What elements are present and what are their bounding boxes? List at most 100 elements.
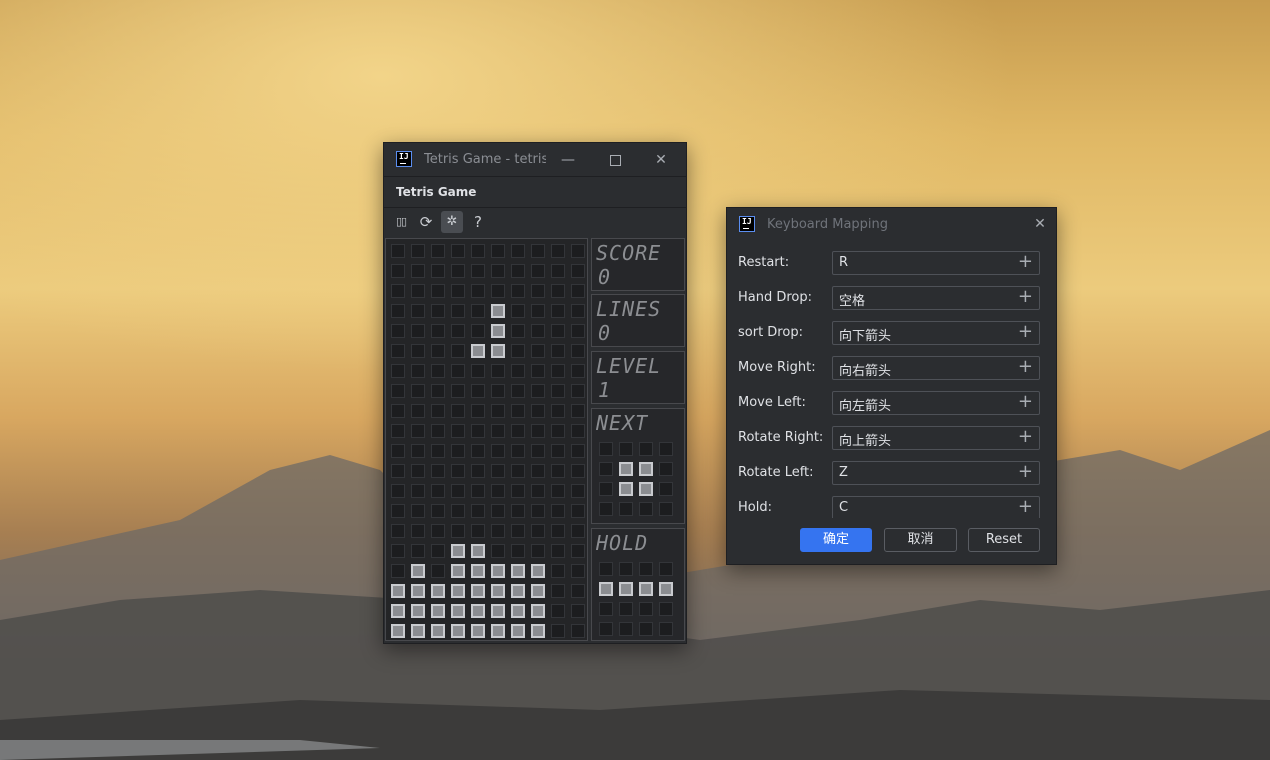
board-cell (451, 244, 465, 258)
board-cell (551, 444, 565, 458)
board-cell (411, 484, 425, 498)
key-field[interactable]: 向上箭头 + (832, 426, 1040, 450)
board-cell (471, 464, 485, 478)
board-cell (391, 244, 405, 258)
board-cell (531, 384, 545, 398)
dialog-title-bar[interactable]: IJ Keyboard Mapping ✕ (727, 208, 1056, 241)
board-cell (491, 364, 505, 378)
board-cell (411, 344, 425, 358)
board-cell (511, 364, 525, 378)
ok-button[interactable]: 确定 (800, 528, 872, 552)
add-key-icon[interactable]: + (1018, 321, 1033, 342)
pause-icon[interactable]: ▯▯ (390, 211, 412, 233)
preview-cell (659, 502, 673, 516)
board-cell (451, 484, 465, 498)
board-cell (431, 284, 445, 298)
board-cell (531, 544, 545, 558)
preview-cell (599, 482, 613, 496)
mapping-label: Move Right: (738, 360, 816, 375)
board-cell (391, 564, 405, 578)
preview-cell (619, 442, 633, 456)
board-cell-filled (491, 564, 505, 578)
preview-cell (619, 622, 633, 636)
preview-cell (639, 622, 653, 636)
board-cell (411, 284, 425, 298)
key-field[interactable]: C + (832, 496, 1040, 518)
board-cell (411, 444, 425, 458)
board-cell (531, 484, 545, 498)
board-cell-filled (511, 624, 525, 638)
restart-icon[interactable]: ⟳ (415, 211, 437, 233)
board-cell-filled (471, 344, 485, 358)
board-cell (411, 464, 425, 478)
reset-button[interactable]: Reset (968, 528, 1040, 552)
title-bar[interactable]: IJ Tetris Game - tetris — ✕ (384, 143, 686, 177)
key-field[interactable]: 空格 + (832, 286, 1040, 310)
board-cell (571, 504, 585, 518)
board-cell (471, 324, 485, 338)
key-field[interactable]: 向下箭头 + (832, 321, 1040, 345)
board-cell-filled (531, 604, 545, 618)
minimize-button[interactable]: — (556, 148, 580, 172)
close-button[interactable]: ✕ (649, 148, 673, 172)
preview-cell (599, 462, 613, 476)
add-key-icon[interactable]: + (1018, 356, 1033, 377)
board-cell (511, 264, 525, 278)
key-field[interactable]: 向左箭头 + (832, 391, 1040, 415)
board-cell (471, 484, 485, 498)
board-cell-filled (451, 604, 465, 618)
key-field[interactable]: Z + (832, 461, 1040, 485)
board-cell (571, 364, 585, 378)
board-cell (511, 344, 525, 358)
board-cell-filled (411, 624, 425, 638)
board-cell (511, 544, 525, 558)
preview-cell-filled (639, 582, 653, 596)
board-cell (511, 384, 525, 398)
board-cell (491, 404, 505, 418)
board-cell (531, 324, 545, 338)
board-cell (451, 404, 465, 418)
add-key-icon[interactable]: + (1018, 286, 1033, 307)
board-cell (391, 504, 405, 518)
board-cell (411, 244, 425, 258)
board-cell (551, 284, 565, 298)
board-cell (531, 304, 545, 318)
board-cell (431, 564, 445, 578)
board-cell-filled (531, 584, 545, 598)
help-icon[interactable]: ? (467, 211, 489, 233)
tool-window-title: Tetris Game (384, 177, 686, 208)
dialog-close-button[interactable]: ✕ (1028, 212, 1052, 236)
settings-gear-icon[interactable]: ✲ (441, 211, 463, 233)
board-cell (491, 244, 505, 258)
board-cell-filled (491, 604, 505, 618)
add-key-icon[interactable]: + (1018, 461, 1033, 482)
add-key-icon[interactable]: + (1018, 251, 1033, 272)
cancel-button[interactable]: 取消 (884, 528, 957, 552)
add-key-icon[interactable]: + (1018, 426, 1033, 447)
board-cell-filled (491, 324, 505, 338)
board-cell (471, 244, 485, 258)
board-cell (411, 264, 425, 278)
lines-label: LINES (596, 297, 662, 321)
key-field[interactable]: R + (832, 251, 1040, 275)
board-cell (551, 584, 565, 598)
board-cell (491, 424, 505, 438)
key-value: Z (839, 465, 848, 480)
add-key-icon[interactable]: + (1018, 496, 1033, 517)
board-cell (411, 504, 425, 518)
board-cell (451, 264, 465, 278)
board-cell-filled (491, 344, 505, 358)
board-cell (451, 424, 465, 438)
preview-cell (599, 602, 613, 616)
key-field[interactable]: 向右箭头 + (832, 356, 1040, 380)
preview-cell (659, 462, 673, 476)
maximize-button[interactable] (603, 148, 627, 172)
board-cell (491, 484, 505, 498)
board-cell (491, 444, 505, 458)
preview-cell-filled (619, 582, 633, 596)
preview-cell-filled (639, 482, 653, 496)
add-key-icon[interactable]: + (1018, 391, 1033, 412)
mapping-label: Move Left: (738, 395, 806, 410)
dialog-title: Keyboard Mapping (767, 217, 889, 232)
board-cell (391, 284, 405, 298)
